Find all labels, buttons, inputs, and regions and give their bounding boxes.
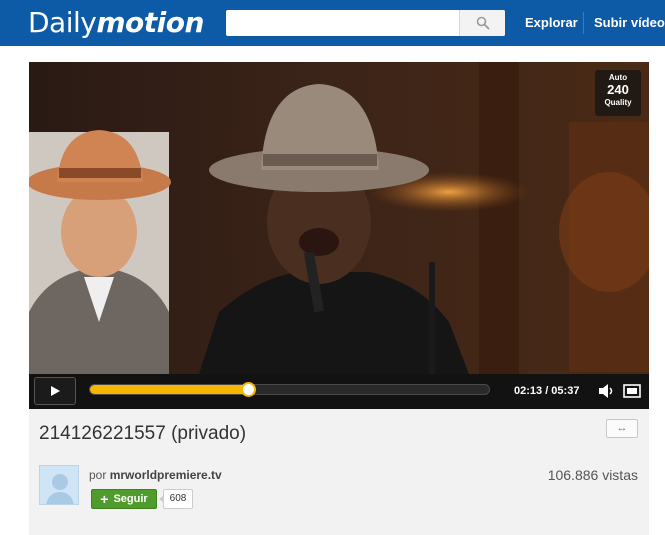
progress-handle[interactable] (240, 382, 256, 397)
progress-fill (90, 385, 248, 394)
user-placeholder-icon (46, 474, 74, 504)
logo-text-bold: motion (96, 6, 204, 39)
plus-icon: + (100, 491, 109, 507)
progress-bar[interactable] (89, 382, 490, 397)
quality-resolution: 240 (607, 82, 629, 97)
dailymotion-logo[interactable]: Dailymotion (28, 5, 204, 41)
video-player[interactable]: Auto 240 Quality 02:13 / 05:37 (29, 62, 649, 409)
avatar[interactable] (39, 465, 79, 505)
nav-divider (583, 12, 584, 34)
quality-label: Quality (604, 98, 632, 107)
top-header: Dailymotion Explorar Subir vídeo (0, 0, 665, 46)
expand-button[interactable]: ↔ (606, 419, 638, 438)
search-button[interactable] (459, 10, 505, 36)
view-count: 106.886 vistas (547, 467, 638, 483)
follow-button[interactable]: + Seguir (91, 489, 157, 509)
video-info-panel: 214126221557 (privado) ↔ por mrworldprem… (29, 409, 649, 535)
logo-text-regular: Daily (28, 6, 97, 39)
quality-auto-label: Auto (608, 73, 628, 82)
player-controls: 02:13 / 05:37 (29, 374, 649, 409)
volume-button[interactable] (598, 383, 616, 399)
video-frame (29, 62, 649, 374)
play-button[interactable] (34, 377, 76, 405)
follower-count: 608 (159, 489, 193, 509)
by-prefix: por (89, 468, 107, 482)
nav-upload-link[interactable]: Subir vídeo (594, 0, 665, 46)
play-icon (51, 386, 60, 396)
video-title: 214126221557 (privado) (39, 423, 247, 444)
time-display: 02:13 / 05:37 (514, 385, 580, 397)
fullscreen-icon (623, 384, 641, 398)
fullscreen-button[interactable] (623, 383, 641, 399)
search-box (226, 10, 505, 36)
follow-label: Seguir (113, 493, 148, 505)
volume-icon (599, 384, 613, 398)
search-icon (476, 16, 489, 30)
uploader-line: por mrworldpremiere.tv (89, 468, 222, 482)
uploader-link[interactable]: mrworldpremiere.tv (110, 468, 222, 482)
nav-explore-link[interactable]: Explorar (525, 0, 578, 46)
quality-selector[interactable]: Auto 240 Quality (595, 70, 641, 116)
search-input[interactable] (226, 10, 458, 36)
